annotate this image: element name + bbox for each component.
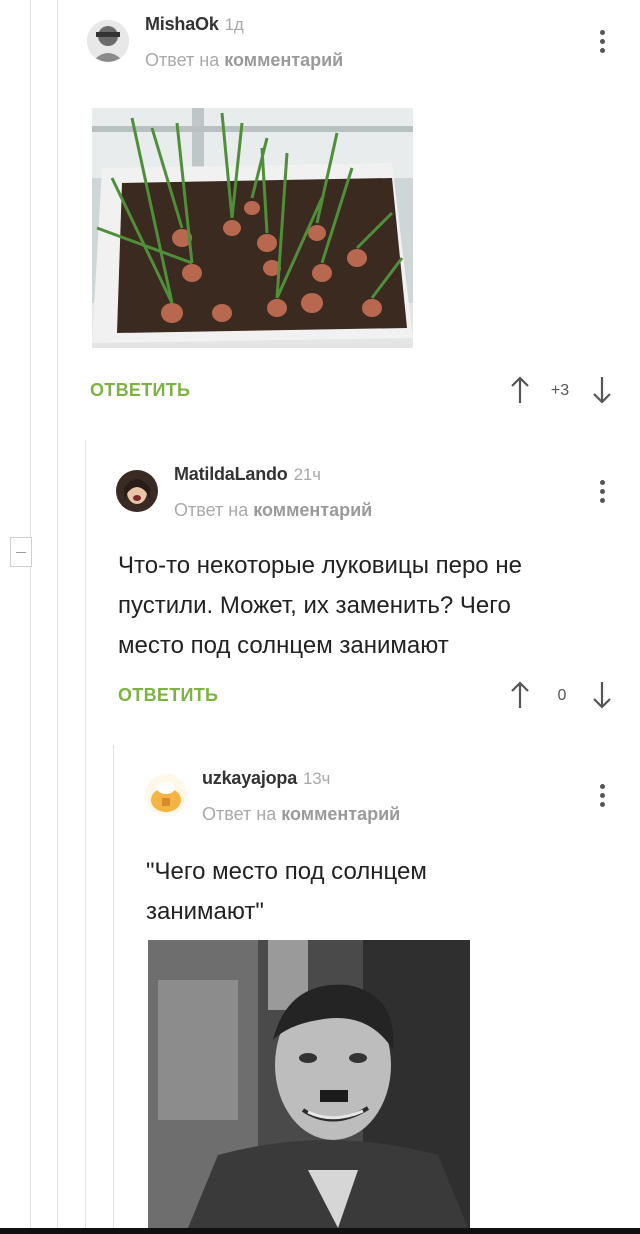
upvote-arrow-icon[interactable] [508,375,532,405]
comment-text-line: место под солнцем занимают [118,632,449,659]
downvote-arrow-icon[interactable] [590,375,614,405]
avatar[interactable] [145,774,187,816]
reply-target-link[interactable]: комментарий [224,50,343,70]
reply-to-line: Ответ на комментарий [202,804,400,825]
author-name[interactable]: uzkayajopa 13ч [202,768,330,789]
comment-time: 1д [224,15,244,34]
reply-to-line: Ответ на комментарий [145,50,343,71]
comment-text-line: Что-то некоторые луковицы перо не [118,552,522,579]
more-options-icon[interactable] [592,26,612,58]
upvote-arrow-icon[interactable] [508,680,532,710]
onion-sprouts-photo[interactable] [92,108,413,348]
avatar[interactable] [116,470,158,512]
reply-prefix: Ответ на [174,500,249,520]
author-label: MatildaLando [174,464,288,484]
reply-prefix: Ответ на [202,804,277,824]
author-label: uzkayajopa [202,768,298,788]
avatar[interactable] [87,20,129,62]
reply-target-link[interactable]: комментарий [253,500,372,520]
bottom-bar [0,1228,640,1234]
comment-text: Что-то некоторые луковицы перо не пустил… [118,546,618,666]
more-options-icon[interactable] [592,780,612,812]
laughing-man-bw-photo[interactable] [148,940,470,1228]
comment-text: "Чего место под солнцем занимают" [146,852,606,932]
author-label: MishaOk [145,14,219,34]
thread-line [113,745,114,1234]
comment-text-line: пустили. Может, их заменить? Чего [118,592,511,619]
more-options-icon[interactable] [592,476,612,508]
downvote-arrow-icon[interactable] [590,680,614,710]
collapse-thread-button[interactable] [10,537,32,567]
comment-text-line: занимают" [146,898,264,925]
reply-button[interactable]: ОТВЕТИТЬ [118,685,218,706]
thread-line [85,440,86,1234]
thread-line [57,0,58,1234]
author-name[interactable]: MishaOk 1д [145,14,244,35]
comment-time: 21ч [293,465,321,484]
reply-target-link[interactable]: комментарий [281,804,400,824]
comment-time: 13ч [303,769,331,788]
reply-prefix: Ответ на [145,50,220,70]
comment-text-line: "Чего место под солнцем [146,858,427,885]
comment-score: 0 [557,687,567,704]
reply-button[interactable]: ОТВЕТИТЬ [90,380,190,401]
reply-to-line: Ответ на комментарий [174,500,372,521]
comment-score: +3 [550,382,570,399]
author-name[interactable]: MatildaLando 21ч [174,464,321,485]
thread-line [30,0,31,1234]
